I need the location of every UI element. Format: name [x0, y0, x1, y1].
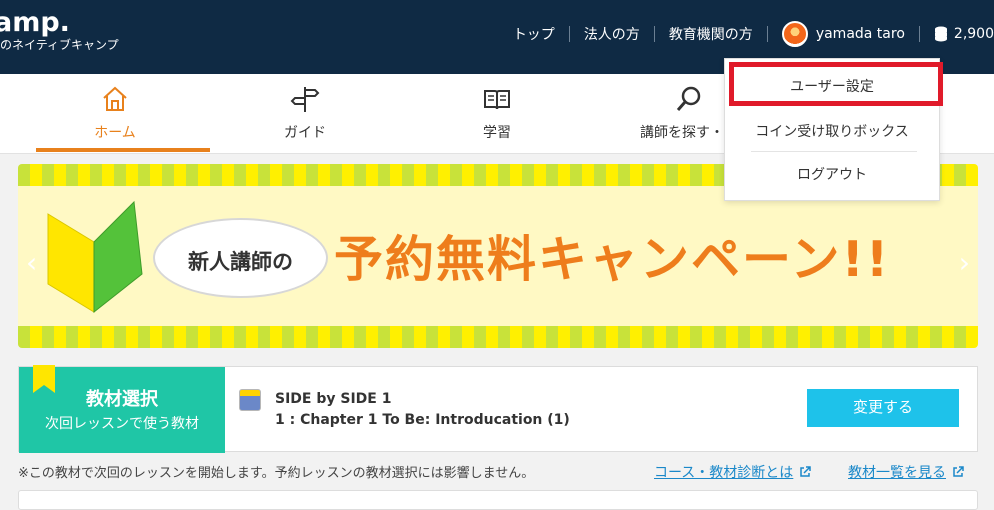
brand-name: amp. — [0, 7, 70, 38]
course-diagnosis-link-label: コース・教材診断とは — [654, 465, 794, 481]
search-icon — [676, 86, 701, 111]
menu-item-user-settings[interactable]: ユーザー設定 — [725, 76, 939, 96]
brand-tagline: のネイティブキャンプ — [0, 38, 119, 52]
banner-stripe-bottom — [18, 326, 978, 348]
divider — [568, 26, 570, 42]
user-menu-toggle[interactable]: yamada taro — [781, 21, 905, 47]
external-link-icon — [800, 466, 812, 477]
book-chapter: 1 : Chapter 1 To Be: Introducation (1) — [275, 412, 570, 428]
banner-speech-bubble: 新人講師の — [153, 218, 328, 298]
book-thumbnail — [239, 389, 261, 411]
nav-item-label: 学習 — [483, 125, 511, 141]
user-dropdown-menu: ユーザー設定 コイン受け取りボックス ログアウト — [724, 58, 943, 201]
material-list-link-label: 教材一覧を見る — [848, 465, 946, 481]
nav-item-study[interactable]: 学習 — [402, 74, 592, 154]
book-title: SIDE by SIDE 1 — [275, 391, 392, 407]
menu-item-logout[interactable]: ログアウト — [725, 164, 939, 184]
banner-headline: 予約無料キャンペーン!! — [334, 231, 891, 288]
top-nav-corporate-link[interactable]: 法人の方 — [584, 24, 640, 44]
top-nav-education-link[interactable]: 教育機関の方 — [669, 24, 753, 44]
next-section-panel — [18, 490, 978, 510]
beginner-mark-icon — [47, 200, 143, 314]
signpost-icon — [290, 87, 320, 112]
nav-item-guide[interactable]: ガイド — [210, 74, 400, 154]
coin-stack-icon — [934, 26, 947, 42]
divider — [766, 26, 768, 42]
divider — [918, 26, 920, 42]
banner-bubble-text: 新人講師の — [188, 250, 293, 274]
book-icon — [484, 90, 510, 110]
top-nav-top-link[interactable]: トップ — [513, 24, 555, 44]
material-title: 教材選択 — [86, 389, 158, 410]
material-list-link[interactable]: 教材一覧を見る — [848, 462, 964, 482]
coin-balance[interactable]: 2,900 — [934, 26, 994, 42]
banner-next-arrow[interactable]: › — [959, 246, 970, 279]
nav-item-label: ホーム — [94, 125, 136, 141]
material-subtitle: 次回レッスンで使う教材 — [45, 416, 199, 432]
change-material-button[interactable]: 変更する — [807, 389, 959, 427]
nav-item-label: ガイド — [284, 125, 326, 141]
user-name: yamada taro — [815, 26, 905, 42]
course-diagnosis-link[interactable]: コース・教材診断とは — [654, 462, 812, 482]
divider — [653, 26, 655, 42]
top-nav: トップ 法人の方 教育機関の方 yamada taro 2,900 — [513, 21, 994, 47]
menu-item-coin-box[interactable]: コイン受け取りボックス — [725, 121, 939, 141]
nav-item-home[interactable]: ホーム — [20, 74, 210, 154]
divider — [751, 151, 917, 152]
external-link-icon — [953, 466, 964, 477]
material-header: 教材選択 次回レッスンで使う教材 — [19, 365, 225, 453]
banner-prev-arrow[interactable]: ‹ — [26, 246, 37, 279]
home-icon — [103, 86, 127, 111]
material-card: 教材選択 次回レッスンで使う教材 SIDE by SIDE 1 1 : Chap… — [18, 365, 978, 453]
avatar — [781, 21, 808, 47]
coin-count: 2,900 — [953, 26, 994, 42]
brand-logo[interactable]: amp. のネイティブキャンプ — [0, 7, 119, 53]
material-note: ※この教材で次回のレッスンを開始します。予約レッスンの教材選択には影響しません。 — [18, 466, 535, 481]
